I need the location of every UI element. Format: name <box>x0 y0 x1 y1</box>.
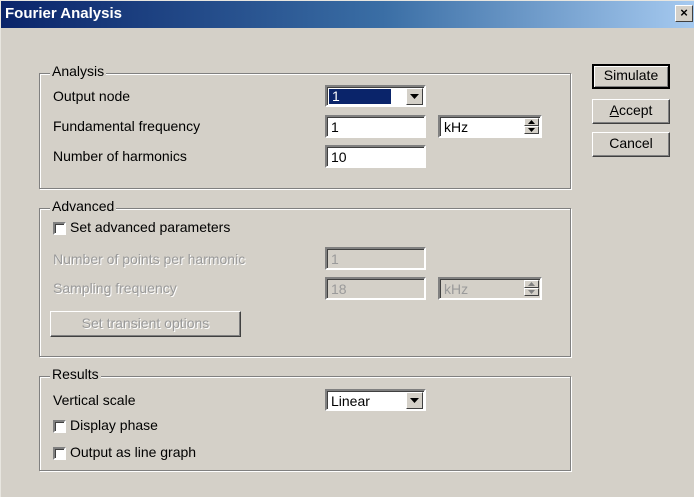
cancel-label: Cancel <box>609 135 653 151</box>
harmonics-input[interactable]: 10 <box>325 145 426 168</box>
vertical-scale-select[interactable]: Linear <box>325 389 426 411</box>
line-graph-label: Output as line graph <box>70 444 197 460</box>
sampling-unit-spin[interactable] <box>524 280 539 297</box>
vertical-scale-dropdown[interactable] <box>406 392 423 409</box>
points-per-harmonic-input[interactable]: 1 <box>325 247 426 270</box>
vertical-scale-value: Linear <box>331 393 370 409</box>
advanced-legend: Advanced <box>50 198 117 214</box>
fundamental-unit-spin[interactable] <box>524 118 539 135</box>
chevron-down-icon <box>410 398 419 403</box>
cancel-button[interactable]: Cancel <box>592 132 670 157</box>
simulate-label: Simulate <box>603 67 659 83</box>
fundamental-frequency-label: Fundamental frequency <box>53 118 201 134</box>
accept-label: ccept <box>618 102 653 118</box>
sampling-unit-value: kHz <box>444 281 469 297</box>
fundamental-unit-value: kHz <box>444 119 469 135</box>
display-phase-label: Display phase <box>70 417 158 433</box>
points-per-harmonic-label: Number of points per harmonic <box>53 251 246 267</box>
vertical-scale-label: Vertical scale <box>53 392 136 408</box>
output-node-dropdown[interactable] <box>406 88 423 105</box>
arrow-down-icon <box>528 290 535 294</box>
chevron-down-icon <box>410 94 419 99</box>
close-icon: × <box>680 5 688 20</box>
spin-down-button[interactable] <box>524 126 539 134</box>
output-node-value: 1 <box>329 89 391 104</box>
line-graph-checkbox[interactable] <box>53 447 66 460</box>
simulate-button[interactable]: Simulate <box>592 64 670 89</box>
analysis-legend: Analysis <box>50 63 107 79</box>
arrow-down-icon <box>528 128 535 132</box>
sampling-frequency-input[interactable]: 18 <box>325 277 426 300</box>
fundamental-unit-spinner[interactable]: kHz <box>438 115 542 138</box>
results-legend: Results <box>50 366 101 382</box>
accept-button[interactable]: Accept <box>592 99 670 124</box>
set-transient-options-label: Set transient options <box>81 315 210 331</box>
set-transient-options-button[interactable]: Set transient options <box>50 311 241 337</box>
set-advanced-checkbox[interactable] <box>53 222 66 235</box>
output-node-select[interactable]: 1 <box>325 85 426 107</box>
harmonics-label: Number of harmonics <box>53 148 187 164</box>
display-phase-checkbox[interactable] <box>53 420 66 433</box>
spin-up-button[interactable] <box>524 280 539 288</box>
dialog-title: Fourier Analysis <box>5 5 122 22</box>
close-button[interactable]: × <box>675 5 693 22</box>
arrow-up-icon <box>528 282 535 286</box>
title-bar[interactable]: Fourier Analysis × <box>1 1 694 28</box>
accept-mnemonic: A <box>609 102 619 118</box>
sampling-unit-spinner[interactable]: kHz <box>438 277 542 300</box>
output-node-label: Output node <box>53 88 131 104</box>
set-advanced-label: Set advanced parameters <box>70 219 231 235</box>
arrow-up-icon <box>528 120 535 124</box>
sampling-frequency-label: Sampling frequency <box>53 280 177 296</box>
fundamental-frequency-input[interactable]: 1 <box>325 115 426 138</box>
spin-down-button[interactable] <box>524 288 539 296</box>
spin-up-button[interactable] <box>524 118 539 126</box>
fourier-analysis-dialog: Fourier Analysis × Analysis Output node … <box>0 0 694 497</box>
